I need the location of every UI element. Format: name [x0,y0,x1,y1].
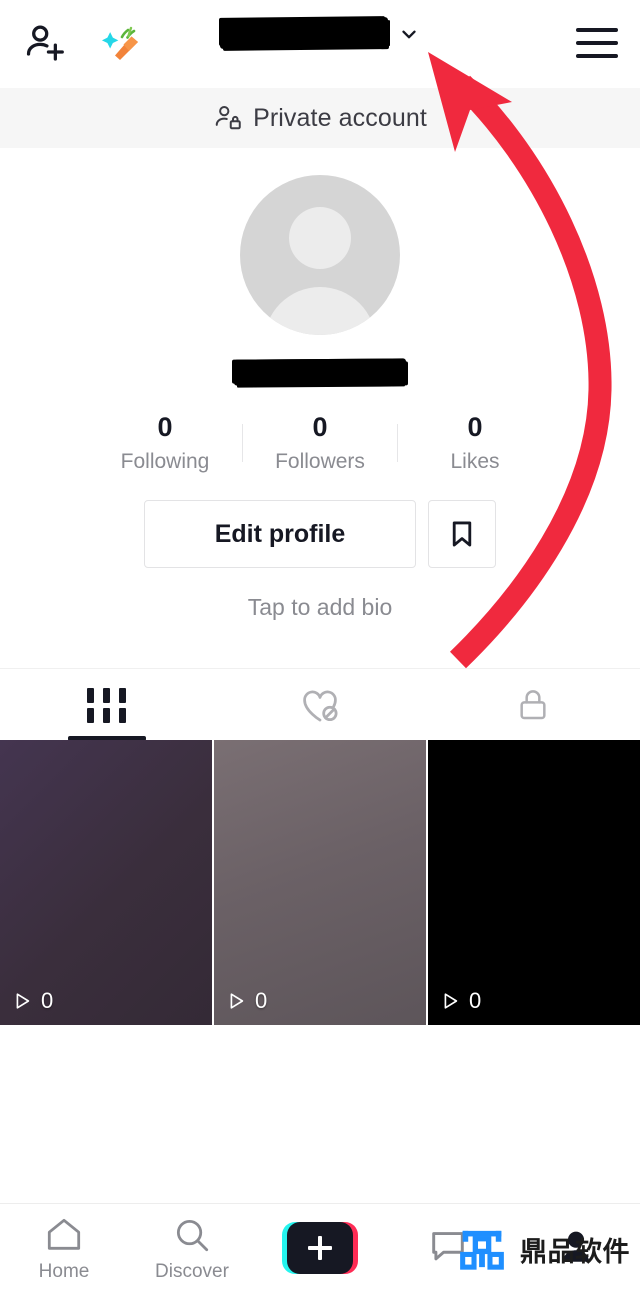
play-count: 0 [439,988,481,1014]
tab-private[interactable] [427,669,640,741]
play-count: 0 [11,988,53,1014]
create-core [287,1222,353,1274]
video-grid: 0 0 0 [0,740,640,1025]
video-thumbnail[interactable]: 0 [0,740,212,1025]
following-count: 0 [157,412,173,442]
play-count-value: 0 [255,988,268,1013]
edit-profile-button[interactable]: Edit profile [144,500,416,569]
ding-logo-icon [460,1230,504,1270]
likes-label: Likes [450,450,500,474]
bookmark-button[interactable] [428,500,496,569]
avatar-head [289,207,351,269]
private-account-banner[interactable]: Private account [0,88,640,148]
plus-create-icon[interactable] [282,1222,358,1274]
search-icon [176,1219,209,1251]
tab-posts[interactable] [0,669,213,741]
hamburger-menu-icon[interactable] [576,28,618,58]
avatar-body [264,287,376,335]
video-thumbnail[interactable]: 0 [428,740,640,1025]
followers-count: 0 [312,412,328,442]
hamburger-line [576,41,618,45]
watermark-text: 鼎品软件 [520,1236,630,1268]
heart-hidden-icon [303,690,338,722]
add-bio-placeholder[interactable]: Tap to add bio [0,594,640,621]
hamburger-line [576,28,618,32]
stat-likes[interactable]: 0 Likes [398,411,552,474]
default-avatar-icon[interactable] [240,175,400,335]
likes-count: 0 [467,412,483,442]
profile-actions: Edit profile [0,500,640,569]
play-count: 0 [225,988,267,1014]
nav-home-label: Home [38,1260,90,1282]
nav-discover[interactable]: Discover [128,1214,256,1283]
username-redaction [220,17,388,49]
video-thumbnail[interactable]: 0 [214,740,426,1025]
display-name-redaction [234,358,406,386]
watermark: 鼎品软件 [453,1220,630,1278]
profile-section: 0 Following 0 Followers 0 Likes Edit pro… [0,148,640,621]
private-account-label: Private account [253,103,427,132]
nav-create[interactable] [256,1222,384,1274]
home-icon [47,1218,81,1250]
content-tabs [0,668,640,741]
play-count-value: 0 [469,988,482,1013]
following-label: Following [120,450,210,474]
play-icon [16,993,30,1009]
play-icon [230,993,244,1009]
chevron-down-icon[interactable] [398,23,420,45]
username-dropdown[interactable] [0,17,640,49]
plus-vertical [318,1236,322,1260]
play-icon [444,993,458,1009]
stat-following[interactable]: 0 Following [88,411,242,474]
nav-discover-label: Discover [155,1260,229,1282]
person-lock-icon [215,106,241,130]
hamburger-line [576,54,618,58]
bookmark-icon [452,521,472,547]
nav-home[interactable]: Home [0,1214,128,1283]
stat-followers[interactable]: 0 Followers [243,411,397,474]
tab-liked[interactable] [213,669,426,741]
play-count-value: 0 [41,988,54,1013]
profile-stats: 0 Following 0 Followers 0 Likes [0,411,640,474]
lock-icon [520,690,546,720]
tiktok-profile-screen: Private account 0 Following 0 Followers … [0,0,640,1292]
grid-posts-icon [87,687,127,723]
followers-label: Followers [275,450,365,474]
top-bar [0,0,640,88]
